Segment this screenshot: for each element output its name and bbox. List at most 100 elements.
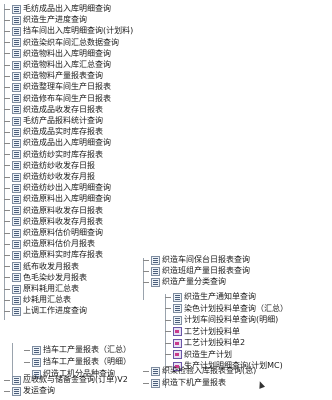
tree-item-left-25[interactable]: 原料耗用汇总表	[4, 284, 79, 294]
tree-item-label: 织造原料收发存日报表	[23, 205, 103, 215]
tree-item-left-16[interactable]: 织造纺纱出入库明细查询	[4, 183, 111, 193]
report-list-icon	[12, 116, 21, 126]
tree-item-left-3[interactable]: 织造染织车间汇总数据查询	[4, 38, 119, 48]
tree-item-left-19[interactable]: 织造原料收发存月报表	[4, 217, 103, 227]
tree-item-label: 织造生产计划	[184, 349, 232, 359]
tree-item-right-child-2[interactable]: 计划车间投料单查询(明细)	[165, 315, 278, 325]
tree-item-label: 纸布收发月报表	[23, 261, 79, 271]
tree-item-label: 上调工作进度查询	[23, 306, 87, 316]
tree-item-label: 织造物料出入库明细查询	[23, 48, 111, 58]
tree-item-left-10[interactable]: 毛纺产品报料统计查询	[4, 116, 103, 126]
tree-item-left-9[interactable]: 织造成品收发存日报表	[4, 105, 103, 115]
tree-item-left-2[interactable]: 挡车间出入库明细查询(计划料)	[4, 26, 133, 36]
report-list-icon	[12, 172, 21, 182]
tree-connector	[4, 53, 10, 55]
tree-connector	[165, 331, 171, 332]
tree-connector	[4, 109, 10, 111]
report-list-icon	[12, 183, 21, 193]
tree-item-left-7[interactable]: 织造整理车间生产日报表	[4, 82, 111, 92]
tree-item-label: 织造成品实时库存报表	[23, 127, 103, 137]
report-list-icon	[12, 206, 21, 216]
tree-item-left-21[interactable]: 织造原料估价月报表	[4, 239, 95, 249]
tree-item-left-4[interactable]: 织造物料出入库明细查询	[4, 49, 111, 59]
tree-connector	[4, 30, 10, 32]
tree-connector	[4, 176, 10, 178]
tree-item-left-22[interactable]: 织造原料实时库存报表	[4, 250, 103, 260]
tree-item-label: 挡车工产量报表（汇总）	[43, 345, 131, 354]
tree-connector	[4, 120, 10, 122]
tree-item-left-20[interactable]: 织造原料估价明细查询	[4, 228, 103, 238]
tree-item-left-6[interactable]: 织造物料产量报表查询	[4, 71, 103, 81]
tree-item-label: 原料耗用汇总表	[23, 284, 79, 293]
tree-item-left-24[interactable]: 色毛染纱发月报表	[4, 273, 87, 283]
report-list-icon	[12, 94, 21, 104]
tree-item-left-11[interactable]: 织造成品实时库存报表	[4, 127, 103, 137]
tree-item-label: 织造原料估价月报表	[23, 239, 95, 249]
tree-item-label: 织造原料收发存月报表	[23, 216, 103, 226]
report-list-icon	[12, 127, 21, 137]
tree-item-label: 纱耗用汇总表	[23, 295, 71, 305]
tree-item-left-1[interactable]: 织造生产进度查询	[4, 15, 87, 25]
tree-item-label: 织造成品收发存日报表	[23, 104, 103, 114]
report-tree: 毛纺成品出入库明细查询织造生产进度查询 挡车间出入库明细查询(计划料) 织造染织车间…	[0, 0, 332, 400]
tree-item-left-lower-1[interactable]: 挡车工产量报表（明细）	[24, 357, 131, 367]
tree-item-label: 织造纺纱收发存月报	[23, 172, 95, 181]
tree-connector	[4, 198, 10, 200]
tree-item-right-child-1[interactable]: 染色计划投料单查询（汇总）	[165, 304, 288, 314]
tree-item-label: 织造整理车间生产日报表	[23, 82, 111, 92]
tree-item-left-12[interactable]: 织造成品出入库明细查询	[4, 138, 111, 148]
report-list-icon	[12, 82, 21, 92]
report-list-icon	[12, 228, 21, 238]
tree-connector	[24, 349, 30, 351]
tree-connector	[4, 288, 10, 290]
tree-connector	[4, 142, 10, 144]
report-list-icon	[32, 345, 41, 355]
tree-item-left-lower-0[interactable]: 挡车工产量报表（汇总）	[24, 345, 131, 355]
tree-item-left-15[interactable]: 织造纺纱收发存月报	[4, 172, 95, 182]
tree-item-right-top-0[interactable]: 织造车间保台日报表查询	[143, 255, 250, 265]
tree-item-left-bottom-1[interactable]: 发运查询	[4, 386, 55, 396]
report-list-icon	[173, 292, 182, 302]
report-list-icon	[151, 277, 160, 287]
tree-connector	[4, 299, 10, 301]
tree-item-left-0[interactable]: 毛纺成品出入库明细查询	[4, 4, 111, 14]
report-list-icon	[12, 49, 21, 59]
tree-connector	[4, 86, 10, 88]
tree-item-label: 工艺计划投料单	[184, 326, 240, 336]
tree-item-right-top-1[interactable]: 织造班组产量日报表查询	[143, 266, 250, 276]
report-list-icon	[12, 194, 21, 204]
tree-item-left-14[interactable]: 织造纺纱收发存日报	[4, 161, 95, 171]
tree-item-right-child-3[interactable]: 工艺计划投料单	[165, 327, 240, 337]
tree-item-left-13[interactable]: 织造纺纱实时库存报表	[4, 150, 103, 160]
tree-item-right-child-5[interactable]: 织造生产计划	[165, 350, 232, 360]
form-icon	[173, 350, 182, 359]
tree-item-label: 毛纺产品报料统计查询	[23, 116, 103, 125]
tree-connector	[4, 266, 10, 268]
tree-item-label: 毛纺成品出入库明细查询	[23, 4, 111, 13]
tree-item-left-26[interactable]: 纱耗用汇总表	[4, 295, 71, 305]
tree-item-right-child-4[interactable]: 工艺计划投料单2	[165, 338, 245, 348]
tree-item-left-5[interactable]: 织造物料出入库汇总查询	[4, 60, 111, 70]
tree-item-left-27[interactable]: 上调工作进度查询	[4, 306, 87, 316]
tree-item-label: 工艺计划投料单2	[184, 338, 246, 347]
report-list-icon	[12, 386, 21, 396]
tree-item-label: 织造纺纱出入库明细查询	[23, 183, 111, 193]
tree-connector	[143, 382, 149, 384]
tree-item-label: 挡车工产量报表（明细）	[43, 357, 131, 366]
report-list-icon	[12, 306, 21, 316]
tree-item-left-17[interactable]: 织造原料出入库明细查询	[4, 194, 111, 204]
tree-item-left-23[interactable]: 纸布收发月报表	[4, 262, 79, 272]
tree-item-right-bottom-0[interactable]: 织染检验入库报表查询(总)	[143, 366, 256, 376]
report-list-icon	[12, 38, 21, 48]
tree-connector	[24, 361, 30, 363]
tree-item-left-8[interactable]: 织造修布车间生产日报表	[4, 94, 111, 104]
tree-item-left-bottom-0[interactable]: 应收款与储备金查询(订单)V2	[4, 375, 128, 385]
tree-connector	[4, 42, 10, 44]
tree-item-left-18[interactable]: 织造原料收发存日报表	[4, 206, 103, 216]
tree-item-right-child-0[interactable]: 织造生产通知单查询	[165, 292, 256, 302]
tree-item-right-bottom-1[interactable]: 织造下机产量报表	[143, 378, 226, 388]
report-list-icon	[32, 357, 41, 367]
report-list-icon	[12, 284, 21, 294]
tree-item-right-top-2[interactable]: 织造产量分类查询	[143, 277, 226, 287]
tree-item-label: 挡车间出入库明细查询(计划料)	[23, 26, 134, 36]
